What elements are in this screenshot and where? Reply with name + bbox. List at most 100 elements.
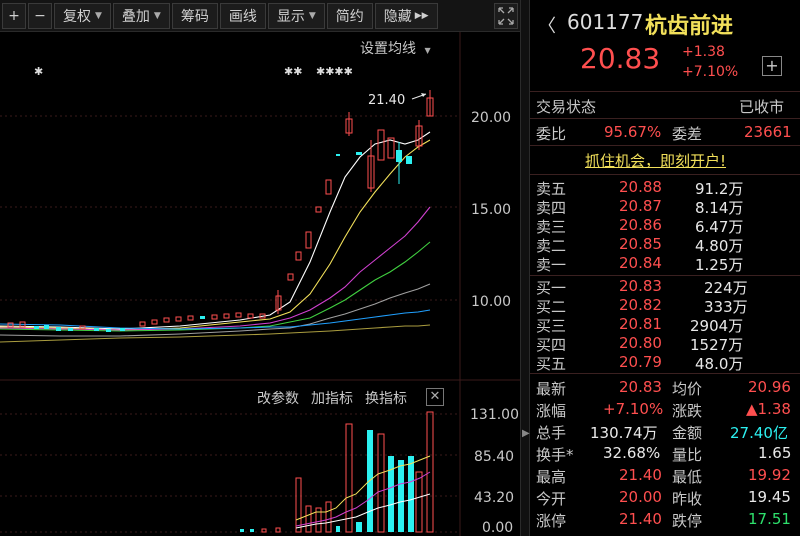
event-marker[interactable]: ✱✱	[284, 65, 302, 78]
buy-row: 买一 20.83 224万	[530, 277, 800, 297]
sell-level-label: 卖二	[536, 237, 567, 255]
stat-label: 最高	[536, 468, 567, 486]
stat-label: 最低	[672, 468, 703, 486]
jianyue-button[interactable]: 简约	[326, 2, 373, 29]
sell-price: 20.88	[619, 178, 662, 196]
buy-price: 20.83	[619, 277, 662, 295]
zoom-in-button[interactable]: +	[2, 2, 26, 29]
add-watchlist-button[interactable]: +	[762, 56, 782, 76]
price-axis-label: 10.00	[471, 294, 511, 310]
stat-value: 32.68%	[603, 444, 661, 462]
fuquan-dropdown[interactable]: 复权 ▼	[54, 2, 111, 29]
chart-toolbar: + − 复权 ▼ 叠加 ▼ 筹码 画线 显示 ▼ 简约 隐藏 ▶▶	[0, 0, 520, 32]
stat-label: 量比	[672, 446, 703, 464]
sell-level-label: 卖四	[536, 199, 567, 217]
buy-row: 买五 20.79 48.0万	[530, 353, 800, 373]
sell-row: 卖二 20.85 4.80万	[530, 235, 800, 255]
buy-row: 买四 20.80 1527万	[530, 334, 800, 354]
volume-axis-label: 0.00	[482, 520, 513, 536]
yincang-button[interactable]: 隐藏 ▶▶	[374, 2, 438, 29]
stat-label: 均价	[672, 380, 703, 398]
stat-label: 涨幅	[536, 402, 567, 420]
quote-panel: 〈 601177 杭齿前进 20.83 +1.38 +7.10% + 交易状态 …	[530, 0, 800, 536]
diejia-dropdown[interactable]: 叠加 ▼	[112, 2, 170, 29]
panel-splitter[interactable]: ▶	[520, 0, 530, 536]
kline-chart[interactable]: ✱ ✱✱ ✱✱✱✱ 21.40 20.00 15.00 10.00 131.00…	[0, 32, 520, 536]
buy-row: 买二 20.82 333万	[530, 296, 800, 316]
volume-axis-label: 43.20	[474, 490, 514, 506]
buy-level-label: 买五	[536, 355, 567, 373]
chevron-down-icon: ▼	[308, 10, 316, 21]
zoom-out-button[interactable]: −	[28, 2, 52, 29]
back-icon[interactable]: 〈	[538, 12, 556, 38]
collapse-arrow-icon[interactable]: ▶	[522, 428, 530, 439]
stat-value: 20.83	[619, 378, 662, 396]
price-axis-label: 15.00	[471, 202, 511, 218]
stat-label: 涨停	[536, 512, 567, 530]
kline-panel[interactable]: + − 复权 ▼ 叠加 ▼ 筹码 画线 显示 ▼ 简约 隐藏 ▶▶ ✱ ✱✱ ✱…	[0, 0, 520, 536]
huaxian-button[interactable]: 画线	[219, 2, 266, 29]
sell-price: 20.86	[619, 216, 662, 234]
stock-name: 杭齿前进	[645, 14, 734, 39]
fuquan-label: 复权	[63, 8, 91, 25]
buy-price: 20.82	[619, 296, 662, 314]
sell-row: 卖五 20.88 91.2万	[530, 178, 800, 198]
buy-volume: 2904万	[690, 317, 744, 335]
xianshi-label: 显示	[276, 8, 305, 25]
weicha-value: 23661	[744, 123, 792, 141]
close-indicator-button[interactable]: ✕	[426, 388, 444, 406]
stats-row: 最新 20.83 均价 20.96	[530, 376, 800, 398]
chevron-down-icon: ▼	[153, 10, 161, 21]
stock-code: 601177	[567, 10, 644, 34]
weibi-value: 95.67%	[604, 123, 662, 141]
sell-row: 卖一 20.84 1.25万	[530, 254, 800, 274]
sell-price: 20.87	[619, 197, 662, 215]
open-account-link[interactable]: 抓住机会，即刻开户!	[585, 150, 726, 171]
sell-level-label: 卖一	[536, 256, 567, 274]
stat-value: 20.96	[748, 378, 791, 396]
sell-volume: 1.25万	[695, 256, 744, 274]
switch-indicator-button[interactable]: 换指标	[365, 388, 407, 408]
stat-value: 20.00	[619, 488, 662, 506]
sell-volume: 8.14万	[695, 199, 744, 217]
chouma-button[interactable]: 筹码	[171, 2, 218, 29]
yincang-label: 隐藏	[383, 8, 412, 25]
buy-price: 20.79	[619, 353, 662, 371]
sell-volume: 91.2万	[695, 180, 744, 198]
stat-value: +7.10%	[603, 400, 664, 418]
high-price-label: 21.40	[368, 93, 405, 108]
weicha-label: 委差	[672, 125, 703, 143]
ma-setting-dropdown[interactable]: 设置均线 ▼	[360, 38, 431, 58]
sell-volume: 6.47万	[695, 218, 744, 236]
sell-price: 20.84	[619, 254, 662, 272]
price-change-percent: +7.10%	[682, 64, 739, 80]
stat-value: ▲1.38	[746, 400, 791, 418]
stat-value: 130.74万	[590, 424, 658, 442]
event-marker[interactable]: ✱	[34, 65, 43, 78]
add-indicator-button[interactable]: 加指标	[311, 388, 353, 408]
stat-label: 今开	[536, 490, 567, 508]
buy-level-label: 买二	[536, 298, 567, 316]
expand-icon	[498, 7, 514, 25]
stats-row: 今开 20.00 昨收 19.45	[530, 486, 800, 508]
status-value: 已收市	[739, 98, 785, 116]
stats-row: 涨停 21.40 跌停 17.51	[530, 508, 800, 530]
buy-row: 买三 20.81 2904万	[530, 315, 800, 335]
stat-label: 涨跌	[672, 402, 703, 420]
stat-value: 17.51	[748, 510, 791, 528]
ma-lines	[0, 131, 431, 343]
trade-status-row: 交易状态 已收市	[530, 94, 800, 116]
volume-bars	[240, 411, 434, 533]
buy-volume: 1527万	[690, 336, 744, 354]
stat-label: 最新	[536, 380, 567, 398]
modify-params-button[interactable]: 改参数	[257, 388, 299, 408]
xianshi-dropdown[interactable]: 显示 ▼	[267, 2, 325, 29]
event-marker[interactable]: ✱✱✱✱	[316, 65, 353, 78]
stats-row: 总手 130.74万 金额 27.40亿	[530, 420, 800, 442]
weibi-label: 委比	[536, 125, 567, 143]
fullscreen-button[interactable]	[494, 3, 518, 29]
stat-label: 总手	[536, 424, 567, 442]
price-change: +1.38	[682, 44, 725, 60]
buy-level-label: 买三	[536, 317, 567, 335]
stats-row: 最高 21.40 最低 19.92	[530, 464, 800, 486]
